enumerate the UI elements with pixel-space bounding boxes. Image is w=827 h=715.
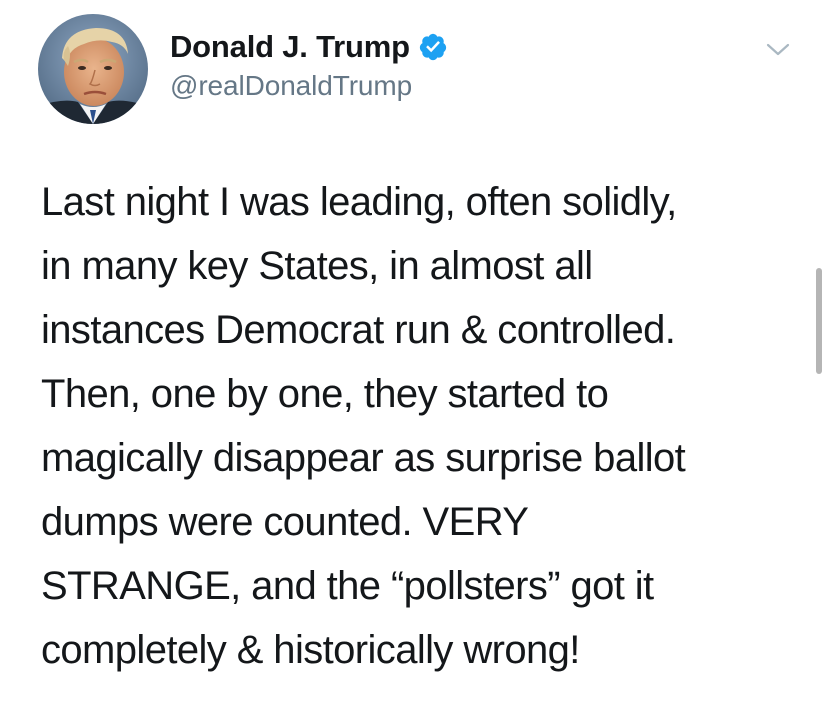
scrollbar-thumb[interactable] [816, 268, 822, 374]
tweet-text-line: Then, one by one, they started to [41, 372, 609, 416]
profile-photo-icon [38, 14, 148, 124]
tweet-text-line: dumps were counted. VERY [41, 500, 529, 544]
tweet-text-line: completely & historically wrong! [41, 628, 580, 672]
author-display-name[interactable]: Donald J. Trump [170, 29, 410, 65]
tweet-text: Last night I was leading, often solidly,… [41, 170, 811, 682]
verified-badge-icon [418, 32, 448, 62]
tweet-text-line: Last night I was leading, often solidly, [41, 180, 677, 224]
tweet-text-line: magically disappear as surprise ballot [41, 436, 686, 480]
author-handle[interactable]: @realDonaldTrump [170, 70, 412, 102]
author-name-row: Donald J. Trump [170, 27, 448, 67]
chevron-down-icon[interactable] [760, 38, 796, 62]
tweet-text-line: in many key States, in almost all [41, 244, 593, 288]
avatar[interactable] [38, 14, 148, 124]
tweet-card: Donald J. Trump @realDonaldTrump Last ni… [0, 0, 827, 715]
tweet-text-line: STRANGE, and the “pollsters” got it [41, 564, 654, 608]
tweet-text-line: instances Democrat run & controlled. [41, 308, 676, 352]
